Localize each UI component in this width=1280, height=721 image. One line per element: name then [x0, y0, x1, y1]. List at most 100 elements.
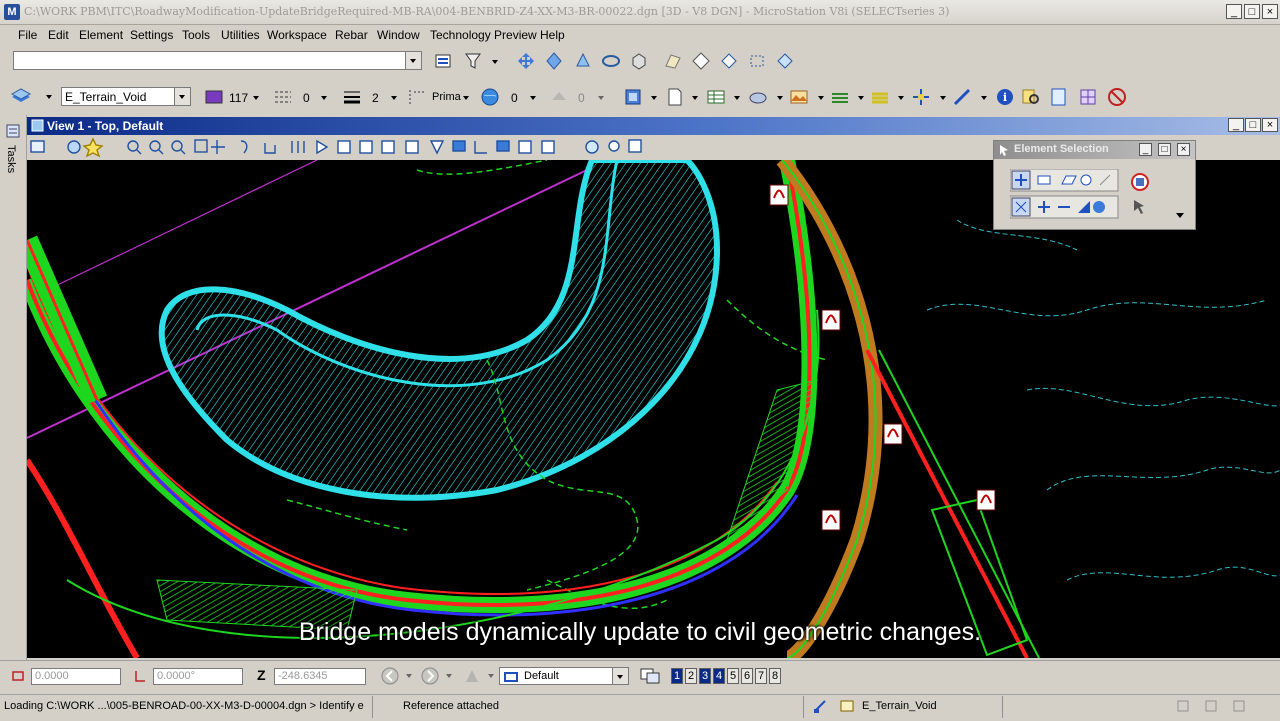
fence-icon[interactable]	[746, 50, 768, 72]
move-icon[interactable]	[515, 50, 537, 72]
view-tools-icon-strip[interactable]	[27, 135, 667, 159]
design-drawing[interactable]	[27, 160, 1280, 658]
copy-icon[interactable]	[543, 50, 565, 72]
dialog-maximize-button[interactable]: □	[1158, 143, 1171, 156]
pdf-icon[interactable]	[883, 423, 903, 445]
class-icon[interactable]	[406, 86, 428, 108]
no-display-icon[interactable]	[1106, 86, 1128, 108]
maximize-button[interactable]: □	[1244, 4, 1260, 19]
color-icon[interactable]	[203, 86, 225, 108]
table-icon[interactable]	[705, 86, 727, 108]
active-level-value: E_Terrain_Void	[65, 90, 147, 104]
view-button-6[interactable]: 6	[741, 668, 753, 684]
lock-icon[interactable]	[812, 698, 828, 714]
save-status-icon[interactable]	[1232, 699, 1246, 713]
close-button[interactable]: ×	[1262, 4, 1278, 19]
menu-tools[interactable]: Tools	[182, 28, 210, 42]
priority-value: 0	[578, 91, 585, 105]
x-coordinate-field[interactable]: 0.0000	[31, 668, 121, 685]
level-combo[interactable]: E_Terrain_Void	[61, 87, 191, 106]
menu-window[interactable]: Window	[377, 28, 420, 42]
menu-help[interactable]: Help	[540, 28, 565, 42]
view-title-bar	[27, 117, 1280, 135]
diamond-icon[interactable]	[690, 50, 712, 72]
mesh-icon[interactable]	[662, 50, 684, 72]
pointer-icon[interactable]	[462, 666, 482, 686]
dialog-minimize-button[interactable]: _	[1139, 143, 1152, 156]
design-history-icon[interactable]	[1176, 699, 1190, 713]
menu-file[interactable]: File	[18, 28, 37, 42]
angle-field[interactable]: 0.0000°	[153, 668, 243, 685]
pdf-icon[interactable]	[769, 184, 789, 206]
view-restore-button[interactable]: □	[1245, 118, 1261, 132]
pdf-icon[interactable]	[821, 509, 841, 531]
element-selection-dialog[interactable]: Element Selection _ □ ×	[993, 140, 1196, 230]
z-coordinate-field[interactable]: -248.6345	[274, 668, 366, 685]
corridor-icon[interactable]	[829, 86, 851, 108]
menu-element[interactable]: Element	[79, 28, 123, 42]
document-icon[interactable]	[664, 86, 686, 108]
view-button-4[interactable]: 4	[713, 668, 725, 684]
dialog-close-button[interactable]: ×	[1177, 143, 1190, 156]
pdf-icon[interactable]	[821, 309, 841, 331]
rotate-icon[interactable]	[600, 50, 622, 72]
priority-icon[interactable]	[548, 86, 570, 108]
pdf-icon[interactable]	[976, 489, 996, 511]
microstation-icon: M	[4, 4, 20, 20]
properties-icon[interactable]	[1048, 86, 1070, 108]
menu-utilities[interactable]: Utilities	[221, 28, 260, 42]
grid-icon[interactable]	[774, 50, 796, 72]
video-caption: Bridge models dynamically update to civi…	[298, 618, 982, 646]
view-close-button[interactable]: ×	[1262, 118, 1278, 132]
view-button-7[interactable]: 7	[755, 668, 767, 684]
line-style-icon[interactable]	[272, 86, 294, 108]
minimize-button[interactable]: _	[1226, 4, 1242, 19]
view-button-5[interactable]: 5	[727, 668, 739, 684]
back-icon[interactable]	[380, 666, 400, 686]
find-icon[interactable]	[1020, 86, 1042, 108]
accudraw-icon[interactable]	[432, 50, 454, 72]
window-title: C:\WORK PBM\ITC\RoadwayModification-Upda…	[24, 5, 950, 18]
transparency-globe-icon[interactable]	[479, 86, 501, 108]
cloud-icon[interactable]	[747, 86, 769, 108]
tasks-tab[interactable]: Tasks	[5, 145, 17, 173]
tasks-panel[interactable]	[0, 115, 27, 660]
view-button-3[interactable]: 3	[699, 668, 711, 684]
manipulate-icon[interactable]	[572, 50, 594, 72]
x-axis-icon	[11, 669, 25, 683]
view-minimize-button[interactable]: _	[1228, 118, 1244, 132]
menu-edit[interactable]: Edit	[48, 28, 69, 42]
z-label: Z	[257, 667, 266, 683]
menu-rebar[interactable]: Rebar	[335, 28, 368, 42]
menu-bar: File Edit Element Settings Tools Utiliti…	[0, 25, 1280, 45]
key-in-combo[interactable]	[13, 51, 422, 70]
solid-icon[interactable]	[628, 50, 650, 72]
view-button-1[interactable]: 1	[671, 668, 683, 684]
measure-icon[interactable]	[951, 86, 973, 108]
element-selection-title-bar[interactable]: Element Selection _ □ ×	[994, 141, 1195, 159]
menu-workspace[interactable]: Workspace	[267, 28, 327, 42]
stack-icon[interactable]	[869, 86, 891, 108]
view-button-2[interactable]: 2	[685, 668, 697, 684]
select-filter-icon[interactable]	[462, 50, 484, 72]
forward-icon[interactable]	[420, 666, 440, 686]
info-icon[interactable]: i	[994, 86, 1016, 108]
terrain-icon[interactable]	[788, 86, 810, 108]
file-status-icon[interactable]	[1204, 699, 1218, 713]
grid-select-icon[interactable]	[1077, 86, 1099, 108]
view-button-8[interactable]: 8	[769, 668, 781, 684]
class-value: Prima	[432, 91, 461, 103]
menu-technology-preview[interactable]: Technology Preview	[430, 28, 537, 42]
line-weight-icon[interactable]	[341, 86, 363, 108]
view-groups-icon[interactable]	[639, 666, 661, 686]
tasks-icon[interactable]	[6, 124, 20, 138]
selection-tools-icons[interactable]	[1010, 169, 1196, 225]
menu-settings[interactable]: Settings	[130, 28, 173, 42]
layers-icon[interactable]	[10, 85, 32, 107]
view-cube-icon[interactable]	[622, 86, 644, 108]
selection-arrow-icon	[999, 144, 1009, 156]
snap-icon[interactable]	[910, 86, 932, 108]
surface-icon[interactable]	[718, 50, 740, 72]
drawing-canvas[interactable]	[27, 160, 1280, 658]
view-group-combo[interactable]: Default	[499, 667, 629, 685]
